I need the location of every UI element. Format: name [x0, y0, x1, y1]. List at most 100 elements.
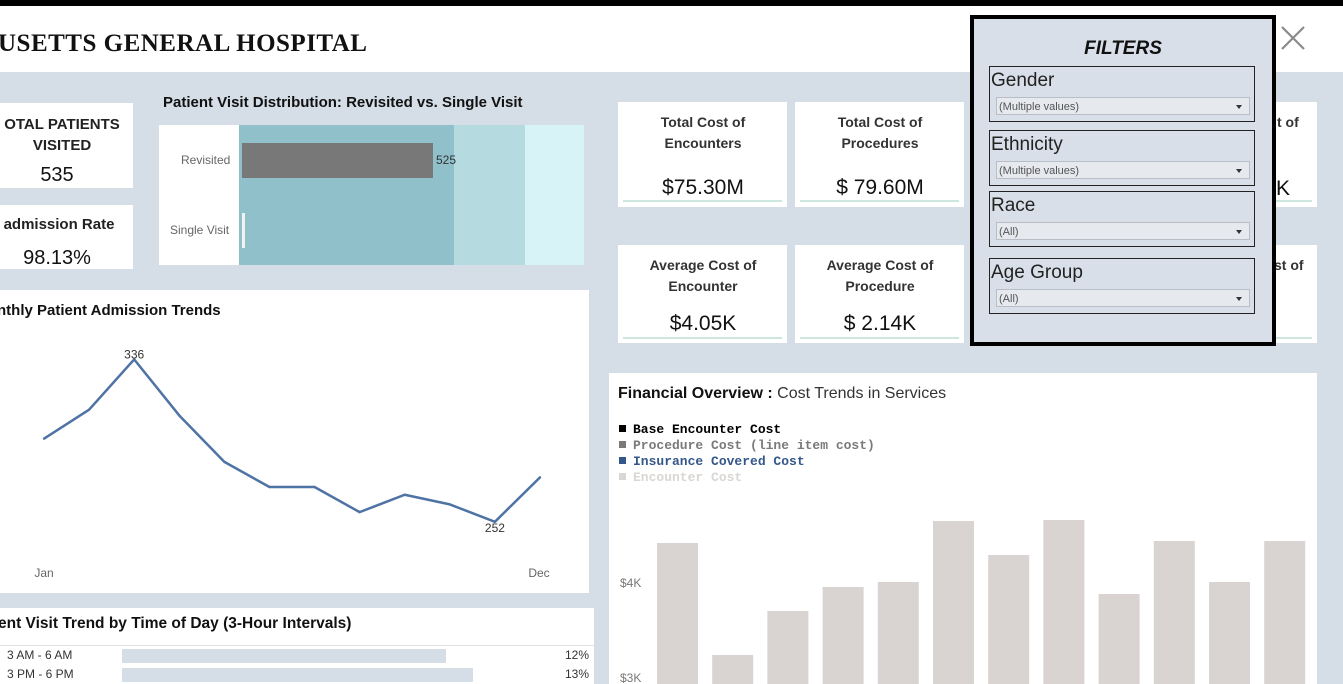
divider-line [1270, 200, 1312, 202]
total-procedures-value: $ 79.60M [836, 176, 924, 199]
bar-encounter-cost-oct [1153, 541, 1195, 684]
partial-top-value: K [1276, 177, 1291, 200]
trend-point-jun [268, 485, 271, 489]
time-of-day-title: ent Visit Trend by Time of Day (3-Hour I… [0, 615, 352, 632]
dropdown-arrow-icon[interactable] [1236, 169, 1242, 173]
total-procedures-label-1: Total Cost of [837, 114, 923, 130]
max-value-label: 336 [124, 347, 144, 361]
filter-age-group: Age Group (All) [989, 258, 1255, 314]
legend-label: Insurance Covered Cost [633, 454, 805, 469]
trend-point-jan [42, 437, 46, 440]
time-label-3am-6am: 3 AM - 6 AM [7, 648, 73, 662]
legend-item-procedure-cost: Procedure Cost (line item cost) [619, 438, 875, 453]
min-value-label: 252 [485, 521, 505, 535]
avg-procedure-value: $ 2.14K [843, 312, 917, 335]
kpi-total-patients-value: 535 [40, 164, 74, 186]
visit-distribution-chart: Revisited Single Visit 525 [159, 125, 584, 265]
monthly-trend-chart: 336 252 Jan Dec [34, 347, 549, 580]
financial-bar-chart: $4K $3K [620, 520, 1306, 684]
partial-top-label: t of [1277, 114, 1299, 130]
time-value-3am-6am: 12% [565, 648, 590, 662]
trend-point-feb [87, 408, 91, 411]
bar-encounter-cost-jun [933, 521, 974, 684]
trend-point-sep [403, 493, 406, 496]
dropdown-arrow-icon[interactable] [1236, 105, 1242, 109]
avg-encounter-label-2: Encounter [668, 278, 738, 294]
filter-ethnicity-value: (Multiple values) [999, 165, 1080, 177]
filter-race: Race (All) [989, 191, 1255, 247]
partial-bottom-label: st of [1274, 257, 1304, 273]
divider-line [623, 200, 782, 202]
filter-age-group-label: Age Group [991, 262, 1083, 283]
avg-procedure-label-2: Procedure [845, 278, 915, 294]
trend-point-aug [358, 510, 361, 514]
monthly-trend-card: nthly Patient Admission Trends 336 252 Jan… [0, 290, 589, 593]
time-bar-3pm-6pm [122, 668, 473, 682]
bar-encounter-cost-may [877, 582, 919, 684]
close-icon[interactable] [1280, 25, 1306, 51]
time-value-3pm-6pm: 13% [565, 667, 590, 681]
filter-gender-dropdown[interactable]: (Multiple values) [996, 97, 1250, 115]
legend-item-base-encounter: Base Encounter Cost [619, 422, 781, 437]
trend-point-jul [313, 485, 316, 489]
trend-point-dec [538, 476, 542, 479]
legend-swatch [619, 457, 626, 464]
cost-card-total-procedures: Total Cost of Procedures $ 79.60M [795, 102, 964, 207]
filters-title: FILTERS [1084, 38, 1162, 59]
bar-revisited [242, 143, 433, 178]
filter-gender: Gender (Multiple values) [989, 66, 1255, 122]
dropdown-arrow-icon[interactable] [1236, 230, 1242, 234]
bar-encounter-cost-nov [1209, 582, 1250, 684]
legend-swatch [619, 441, 626, 448]
x-tick-label-jan: Jan [34, 566, 53, 580]
bar-encounter-cost-apr [822, 587, 864, 684]
kpi-admission-rate-label: admission Rate [3, 216, 115, 233]
filter-gender-label: Gender [991, 70, 1055, 91]
bar-encounter-cost-jul [988, 555, 1030, 684]
total-procedures-label-2: Procedures [841, 135, 919, 151]
filter-race-dropdown[interactable]: (All) [996, 222, 1250, 240]
y-tick-label-4k: $4K [620, 576, 641, 590]
bar-encounter-cost-sep [1098, 594, 1140, 684]
kpi-total-patients-card: OTAL PATIENTS VISITED 535 [0, 103, 133, 188]
trend-point-may [223, 460, 226, 464]
filter-ethnicity-label: Ethnicity [991, 134, 1063, 155]
legend-label: Encounter Cost [633, 470, 743, 485]
divider-line [0, 645, 594, 646]
category-label-revisited: Revisited [181, 153, 231, 167]
bar-encounter-cost-mar [767, 611, 809, 684]
total-encounters-label-2: Encounters [664, 135, 742, 151]
category-label-single-visit: Single Visit [170, 223, 230, 237]
page-title: USETTS GENERAL HOSPITAL [0, 30, 368, 57]
trend-line [43, 358, 541, 524]
y-tick-label-3k: $3K [620, 671, 641, 684]
filter-age-group-value: (All) [999, 293, 1019, 305]
cost-card-avg-procedure: Average Cost of Procedure $ 2.14K [795, 245, 964, 343]
divider-line [623, 337, 782, 339]
band-2 [454, 125, 525, 265]
trend-point-apr [178, 414, 181, 417]
avg-procedure-label-1: Average Cost of [826, 257, 934, 273]
kpi-total-patients-label-2: VISITED [32, 137, 92, 154]
filter-gender-value: (Multiple values) [999, 101, 1080, 113]
filter-race-value: (All) [999, 226, 1019, 238]
bar-revisited-value-label: 525 [436, 153, 457, 167]
filter-ethnicity-dropdown[interactable]: (Multiple values) [996, 161, 1250, 179]
total-encounters-label-1: Total Cost of [660, 114, 746, 130]
trend-point-oct [448, 503, 452, 506]
bar-encounter-cost-aug [1043, 520, 1085, 684]
bar-single-visit [242, 213, 245, 248]
bar-encounter-cost-dec [1264, 541, 1306, 684]
divider-line [800, 337, 959, 339]
visit-distribution-title: Patient Visit Distribution: Revisited vs… [163, 94, 523, 111]
bar-encounter-cost-jan [657, 543, 698, 684]
cost-card-partial-top: t of K [1270, 102, 1317, 207]
legend-label: Base Encounter Cost [633, 422, 782, 437]
filter-age-group-dropdown[interactable]: (All) [996, 289, 1250, 307]
avg-encounter-value: $4.05K [669, 312, 737, 335]
dropdown-arrow-icon[interactable] [1236, 297, 1242, 301]
cost-card-partial-bottom: st of [1270, 245, 1317, 343]
filter-race-label: Race [991, 195, 1036, 216]
time-label-3pm-6pm: 3 PM - 6 PM [7, 667, 74, 681]
divider-line [1270, 337, 1312, 339]
